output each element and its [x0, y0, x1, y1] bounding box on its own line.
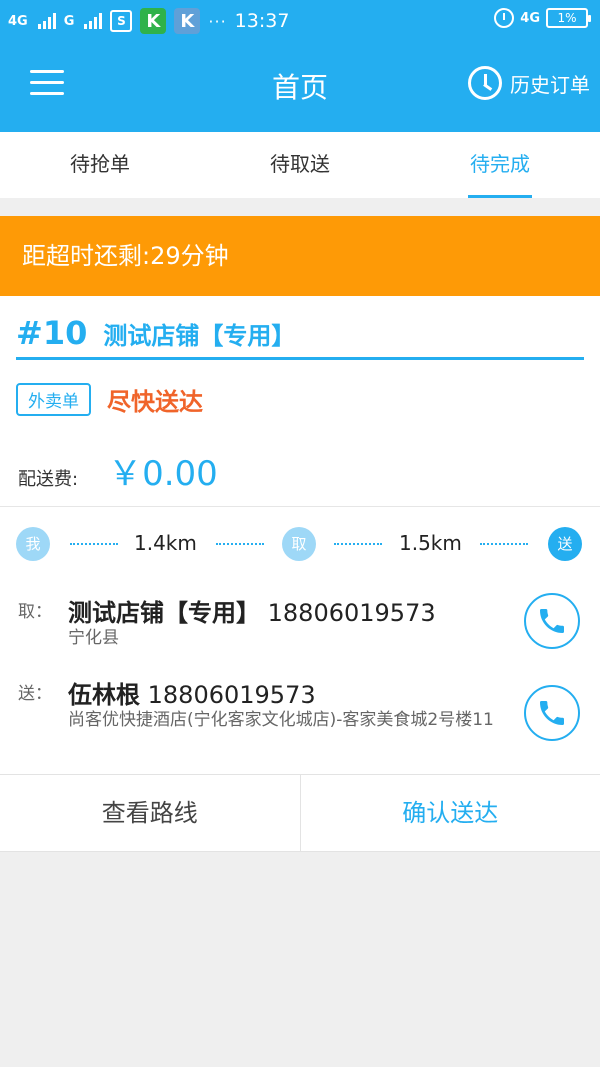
pickup-address-text: 宁化县: [68, 628, 119, 648]
view-route-button[interactable]: 查看路线: [0, 775, 301, 851]
dotted-line: [70, 543, 118, 545]
confirm-delivery-button[interactable]: 确认送达: [301, 775, 600, 851]
signal-bars-icon: [84, 13, 103, 29]
node-pickup: 取: [282, 527, 316, 561]
delivery-fee: 配送费: ￥0.00: [18, 446, 218, 495]
call-customer-button[interactable]: [524, 685, 580, 741]
signal-bars-icon: [37, 13, 56, 29]
pickup-contact: 测试店铺【专用】 18806019573: [68, 593, 436, 628]
node-deliver: 送: [548, 527, 582, 561]
order-tabs: 待抢单 待取送 待完成: [0, 132, 600, 198]
order-header: #10 测试店铺【专用】: [16, 314, 584, 360]
order-number: #10: [16, 314, 88, 352]
notification-app-icon: S: [110, 10, 133, 32]
dotted-line: [216, 543, 264, 545]
app-bar: 首页 历史订单: [0, 38, 600, 132]
status-right: 4G 1%: [494, 8, 591, 28]
pickup-phone: 18806019573: [267, 599, 436, 627]
phone-icon: [540, 609, 564, 633]
tab-to-complete[interactable]: 待完成: [400, 132, 600, 198]
dotted-line: [334, 543, 382, 545]
distance-to-delivery: 1.5km: [399, 531, 462, 555]
order-actions: 查看路线 确认送达: [0, 774, 600, 852]
notification-k-icon: K: [140, 8, 167, 34]
call-pickup-button[interactable]: [524, 593, 580, 649]
tab-grab-orders[interactable]: 待抢单: [0, 132, 200, 198]
priority-label: 尽快送达: [107, 388, 203, 416]
notification-k-icon: K: [174, 8, 201, 34]
delivery-phone: 18806019573: [147, 681, 316, 709]
delivery-label: 送：: [18, 684, 52, 704]
tab-pickup-delivery[interactable]: 待取送: [200, 132, 400, 198]
delivery-name: 伍林根: [68, 681, 140, 709]
route-section: 我 1.4km 取 1.5km 送 取： 测试店铺【专用】 1880601957…: [0, 506, 600, 774]
history-clock-icon: [468, 66, 502, 100]
pickup-address: 取： 测试店铺【专用】 18806019573 宁化县: [18, 593, 584, 673]
status-left: 4G G S K K ··· 13:37: [8, 8, 289, 34]
node-me: 我: [16, 527, 50, 561]
pickup-name: 测试店铺【专用】: [68, 599, 260, 627]
battery-level: 1%: [557, 11, 577, 25]
dotted-line: [480, 543, 528, 545]
delivery-contact: 伍林根 18806019573: [68, 675, 316, 710]
history-orders-label: 历史订单: [510, 72, 590, 97]
clock-time: 13:37: [234, 10, 290, 32]
fee-label: 配送费:: [18, 469, 79, 490]
order-tags: 外卖单 尽快送达: [16, 382, 203, 417]
order-card[interactable]: #10 测试店铺【专用】 外卖单 尽快送达 配送费: ￥0.00: [0, 296, 600, 506]
phone-icon: [540, 701, 564, 725]
pickup-label: 取：: [18, 602, 52, 622]
fee-value: ￥0.00: [108, 454, 218, 494]
order-type-badge: 外卖单: [16, 383, 91, 416]
history-orders-button[interactable]: 历史订单: [468, 66, 590, 100]
distance-to-pickup: 1.4km: [134, 531, 197, 555]
battery-icon: 1%: [546, 8, 591, 28]
signal-label-2: G: [63, 13, 75, 29]
distance-row: 我 1.4km 取 1.5km 送: [16, 527, 584, 561]
more-notifications-icon: ···: [208, 11, 227, 31]
timeout-banner: 距超时还剩:29分钟: [0, 216, 600, 296]
delivery-address-text: 尚客优快捷酒店(宁化客家文化城店)-客家美食城2号楼11: [68, 710, 494, 730]
delivery-address: 送： 伍林根 18806019573 尚客优快捷酒店(宁化客家文化城店)-客家美…: [18, 675, 584, 765]
status-bar: 4G G S K K ··· 13:37 4G 1%: [0, 0, 600, 38]
signal-label-1: 4G: [8, 13, 28, 29]
alarm-icon: [494, 8, 515, 28]
store-name: 测试店铺【专用】: [103, 322, 296, 350]
network-label: 4G: [520, 10, 540, 26]
